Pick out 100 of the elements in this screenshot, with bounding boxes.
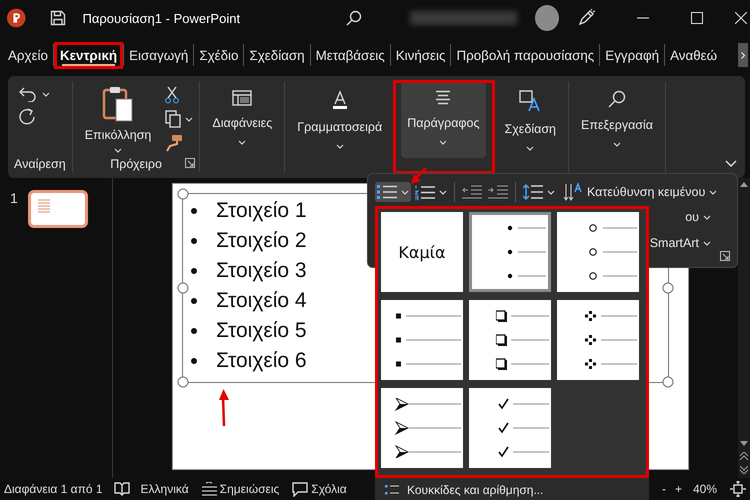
zoom-in-button[interactable]: + bbox=[674, 482, 682, 496]
book-icon bbox=[114, 482, 130, 496]
notes-button[interactable]: Σημειώσεις bbox=[202, 482, 280, 496]
list-item: Στοιχείο 2 bbox=[216, 229, 307, 253]
scissors-icon bbox=[165, 86, 180, 104]
bullet-icon bbox=[191, 358, 197, 364]
undo-icon bbox=[18, 86, 38, 102]
chevron-right-icon bbox=[741, 52, 745, 58]
ribbon-tab[interactable]: Αναθεώ bbox=[665, 44, 722, 66]
bulleted-list-icon bbox=[377, 185, 397, 199]
bullet-style-option[interactable] bbox=[381, 388, 463, 468]
ribbon-tab[interactable]: Σχέδιο bbox=[194, 44, 244, 66]
launcher-icon bbox=[185, 158, 196, 168]
caret-icon bbox=[439, 140, 448, 145]
app-logo-icon bbox=[6, 7, 26, 29]
caret-icon bbox=[336, 144, 344, 149]
ribbon-tab[interactable]: Προβολή παρουσίασης bbox=[451, 44, 600, 66]
comment-icon bbox=[292, 482, 308, 496]
slide-number: 1 bbox=[10, 190, 18, 206]
ribbon-tab[interactable]: Κινήσεις bbox=[390, 44, 450, 66]
vertical-scrollbar[interactable] bbox=[738, 178, 750, 478]
caret-icon bbox=[613, 142, 622, 147]
resize-handle[interactable] bbox=[178, 282, 188, 294]
designer-icon bbox=[519, 90, 542, 112]
caret-icon bbox=[185, 116, 194, 122]
search-button[interactable] bbox=[346, 10, 362, 26]
letter-underline-icon bbox=[330, 90, 349, 110]
bullet-preview-drawing bbox=[496, 310, 549, 370]
paste-button[interactable]: Επικόλληση bbox=[78, 82, 158, 155]
increase-indent-icon bbox=[488, 185, 508, 199]
ribbon-dropdown-button[interactable]: Επεξεργασία bbox=[575, 80, 660, 158]
ribbon-tab[interactable]: Κεντρική bbox=[54, 42, 124, 68]
line-spacing-icon bbox=[523, 184, 543, 200]
slide-layout-icon bbox=[232, 90, 252, 106]
next-slide-icon bbox=[740, 466, 748, 474]
save-button[interactable] bbox=[50, 10, 66, 26]
accessibility-button[interactable] bbox=[114, 482, 130, 496]
bullet-preview-drawing bbox=[589, 222, 637, 282]
ribbon-dropdown-button[interactable]: Γραμματοσειρά bbox=[291, 80, 388, 158]
tab-scroll-button[interactable] bbox=[738, 43, 748, 67]
bullets-button[interactable] bbox=[375, 182, 411, 202]
caret-icon bbox=[526, 146, 534, 151]
caret-icon bbox=[401, 190, 409, 194]
fit-slide-button[interactable] bbox=[730, 481, 746, 497]
bulleted-list-icon bbox=[385, 485, 399, 495]
ribbon-dropdown-button[interactable]: Διαφάνειες bbox=[206, 80, 278, 158]
ribbon-tab[interactable]: Σχεδίαση bbox=[244, 44, 310, 66]
bullet-style-option[interactable] bbox=[469, 300, 551, 380]
language-button[interactable]: Ελληνικά bbox=[140, 482, 189, 496]
list-item: Στοιχείο 6 bbox=[216, 349, 307, 373]
caret-icon bbox=[709, 190, 718, 194]
minimize-icon bbox=[636, 17, 648, 19]
dialog-launcher-button[interactable] bbox=[718, 248, 732, 264]
fit-to-window-icon bbox=[730, 481, 746, 497]
text-direction-icon bbox=[563, 182, 583, 202]
list-item: Στοιχείο 3 bbox=[216, 259, 307, 283]
resize-handle[interactable] bbox=[662, 376, 674, 388]
clipboard-icon bbox=[102, 86, 134, 122]
maximize-icon bbox=[691, 12, 704, 24]
slide-thumbnail[interactable] bbox=[28, 190, 88, 228]
zoom-level[interactable]: 40% bbox=[692, 482, 717, 496]
ribbon-dropdown-button[interactable]: Σχεδίαση bbox=[498, 80, 562, 158]
bullet-icon bbox=[191, 238, 197, 244]
menu-item[interactable]: Κουκκίδες και αρίθμηση... bbox=[375, 478, 649, 498]
bullet-icon bbox=[191, 328, 197, 334]
group-label: Αναίρεση bbox=[14, 156, 66, 170]
comments-button[interactable]: Σχόλια bbox=[292, 482, 347, 496]
dialog-launcher-button[interactable] bbox=[185, 157, 196, 171]
pointer-arrow bbox=[411, 167, 427, 185]
scroll-up-icon bbox=[740, 182, 748, 187]
text-direction-button[interactable]: Κατεύθυνση κειμένου bbox=[561, 179, 720, 205]
search-icon bbox=[346, 10, 362, 26]
chevron-down-icon bbox=[725, 160, 737, 167]
caret-icon bbox=[439, 190, 447, 194]
close-icon bbox=[734, 12, 747, 24]
resize-handle[interactable] bbox=[178, 376, 188, 388]
align-text-button[interactable]: ου bbox=[683, 207, 713, 227]
slide-counter: Διαφάνεια 1 από 1 bbox=[4, 482, 103, 496]
smartart-button[interactable]: SmartArt bbox=[648, 233, 713, 253]
previous-slide-icon bbox=[740, 452, 748, 460]
ribbon-tab[interactable]: Εγγραφή bbox=[600, 44, 664, 66]
bullet-preview-drawing bbox=[395, 398, 461, 458]
zoom-out-button[interactable]: - bbox=[662, 482, 666, 496]
ribbon-dropdown-button[interactable]: Παράγραφος bbox=[401, 80, 486, 158]
undo-button[interactable] bbox=[18, 86, 50, 102]
avatar[interactable] bbox=[535, 5, 560, 31]
resize-handle[interactable] bbox=[662, 282, 674, 294]
copy-icon bbox=[165, 110, 182, 128]
resize-handle[interactable] bbox=[178, 188, 188, 200]
pen-button[interactable] bbox=[577, 9, 596, 27]
search-icon bbox=[608, 90, 626, 108]
ribbon-tab[interactable]: Μεταβάσεις bbox=[310, 44, 390, 66]
bullet-style-option[interactable]: Καμία bbox=[381, 212, 463, 292]
ribbon-tab[interactable]: Αρχείο bbox=[3, 44, 53, 66]
copy-button[interactable] bbox=[165, 110, 194, 128]
caret-icon bbox=[703, 240, 711, 246]
bullet-preview-drawing bbox=[585, 310, 637, 370]
ribbon-tab[interactable]: Εισαγωγή bbox=[124, 44, 194, 66]
list-item: Στοιχείο 4 bbox=[216, 289, 307, 313]
notes-icon bbox=[202, 482, 217, 496]
